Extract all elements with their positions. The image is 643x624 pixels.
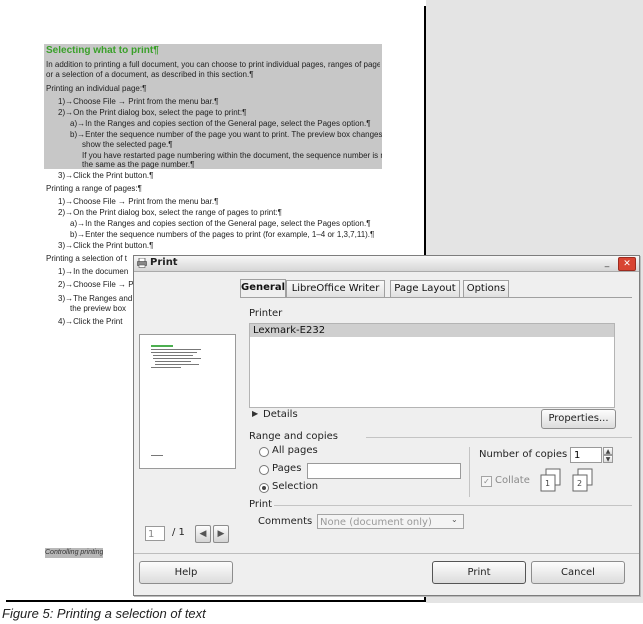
section-divider	[274, 505, 632, 506]
pages-label[interactable]: Pages	[272, 463, 301, 474]
print-dialog: Print _ ✕ 1 / 1 ◀ ▶ General LibreOffice …	[133, 255, 640, 596]
comments-label: Comments	[258, 516, 313, 527]
range-section-label: Range and copies	[249, 431, 338, 442]
doc-line: 1)→Choose File → Print from the menu bar…	[58, 97, 219, 106]
doc-line: 2)→On the Print dialog box, select the p…	[58, 108, 247, 117]
doc-line: 3)→The Ranges and	[58, 294, 133, 303]
collate-checkbox[interactable]: ✓	[481, 476, 492, 487]
printer-list[interactable]: Lexmark-E232	[249, 323, 615, 408]
printer-icon	[137, 258, 147, 268]
doc-line: b)→Enter the sequence numbers of the pag…	[70, 230, 375, 239]
doc-line: b)→Enter the sequence number of the page…	[70, 130, 382, 139]
printer-row-selected[interactable]: Lexmark-E232	[250, 324, 614, 337]
collate-label[interactable]: Collate	[495, 475, 530, 486]
pages-input[interactable]	[307, 463, 461, 479]
doc-line: show the selected page.¶	[82, 140, 173, 149]
preview-thumbnail	[151, 345, 201, 456]
copies-label: Number of copies	[479, 449, 568, 460]
printer-section-label: Printer	[249, 308, 283, 319]
document-footer: Controlling printing	[45, 548, 104, 558]
figure-caption: Figure 5: Printing a selection of text	[2, 606, 206, 621]
section-divider	[366, 437, 632, 438]
tab-options[interactable]: Options	[463, 280, 509, 297]
print-button[interactable]: Print	[432, 561, 526, 584]
collate-pages-icon: 1	[540, 468, 561, 492]
triangle-right-icon: ▶	[217, 529, 225, 539]
copies-spinner[interactable]: ▲ ▼	[603, 447, 613, 463]
doc-line: Printing an individual page:¶	[46, 84, 147, 93]
svg-text:1: 1	[545, 479, 550, 488]
next-page-button[interactable]: ▶	[213, 525, 229, 543]
collate-pages-icon-2: 2	[572, 468, 593, 492]
pages-radio[interactable]	[259, 465, 269, 475]
cancel-button[interactable]: Cancel	[531, 561, 625, 584]
doc-line: the preview box	[70, 304, 127, 313]
selection-radio[interactable]	[259, 483, 269, 493]
tab-libreoffice-writer[interactable]: LibreOffice Writer	[286, 280, 385, 297]
document-heading: Selecting what to print¶	[46, 46, 159, 56]
details-expander[interactable]: Details	[263, 409, 298, 420]
button-bar-divider	[134, 553, 639, 554]
doc-line: the same as the page number.¶	[82, 160, 195, 169]
doc-line: 3)→Click the Print button.¶	[58, 171, 154, 180]
doc-line: a)→In the Ranges and copies section of t…	[70, 219, 371, 228]
doc-line: 2)→Choose File → P	[58, 280, 134, 289]
minimize-button[interactable]: _	[600, 257, 614, 269]
doc-line: 1)→In the documen	[58, 267, 129, 276]
doc-line: 2)→On the Print dialog box, select the r…	[58, 208, 282, 217]
doc-line: 1)→Choose File → Print from the menu bar…	[58, 197, 219, 206]
doc-line: Printing a range of pages:¶	[46, 184, 142, 193]
all-pages-label[interactable]: All pages	[272, 445, 318, 456]
all-pages-radio[interactable]	[259, 447, 269, 457]
doc-line: 3)→Click the Print button.¶	[58, 241, 154, 250]
help-button[interactable]: Help	[139, 561, 233, 584]
expand-triangle-icon[interactable]: ▶	[252, 409, 258, 418]
tab-page-layout[interactable]: Page Layout	[390, 280, 460, 297]
doc-line: Printing a selection of t	[46, 254, 127, 263]
triangle-left-icon: ◀	[199, 529, 207, 539]
comments-dropdown[interactable]: None (document only)	[317, 514, 464, 529]
doc-line: or a selection of a document, as describ…	[46, 70, 254, 79]
chevron-down-icon[interactable]: ⌄	[451, 515, 458, 524]
close-button[interactable]: ✕	[618, 257, 636, 271]
tab-general[interactable]: General	[240, 279, 286, 298]
doc-line: a)→In the Ranges and copies section of t…	[70, 119, 371, 128]
doc-line: 4)→Click the Print	[58, 317, 123, 326]
print-preview	[139, 334, 236, 469]
dialog-titlebar[interactable]: Print _ ✕	[134, 256, 639, 272]
dialog-title: Print	[150, 257, 178, 268]
vertical-divider	[469, 447, 470, 497]
doc-line: In addition to printing a full document,…	[46, 60, 380, 69]
tab-divider	[240, 297, 632, 298]
page-total: / 1	[172, 527, 185, 538]
properties-button[interactable]: Properties...	[541, 409, 616, 429]
spin-down-icon[interactable]: ▼	[603, 455, 613, 463]
prev-page-button[interactable]: ◀	[195, 525, 211, 543]
copies-input[interactable]: 1	[570, 447, 602, 463]
print-section-label: Print	[249, 499, 273, 510]
spin-up-icon[interactable]: ▲	[603, 447, 613, 455]
selection-label[interactable]: Selection	[272, 481, 318, 492]
svg-text:2: 2	[577, 479, 582, 488]
page-number-field[interactable]: 1	[145, 526, 165, 541]
